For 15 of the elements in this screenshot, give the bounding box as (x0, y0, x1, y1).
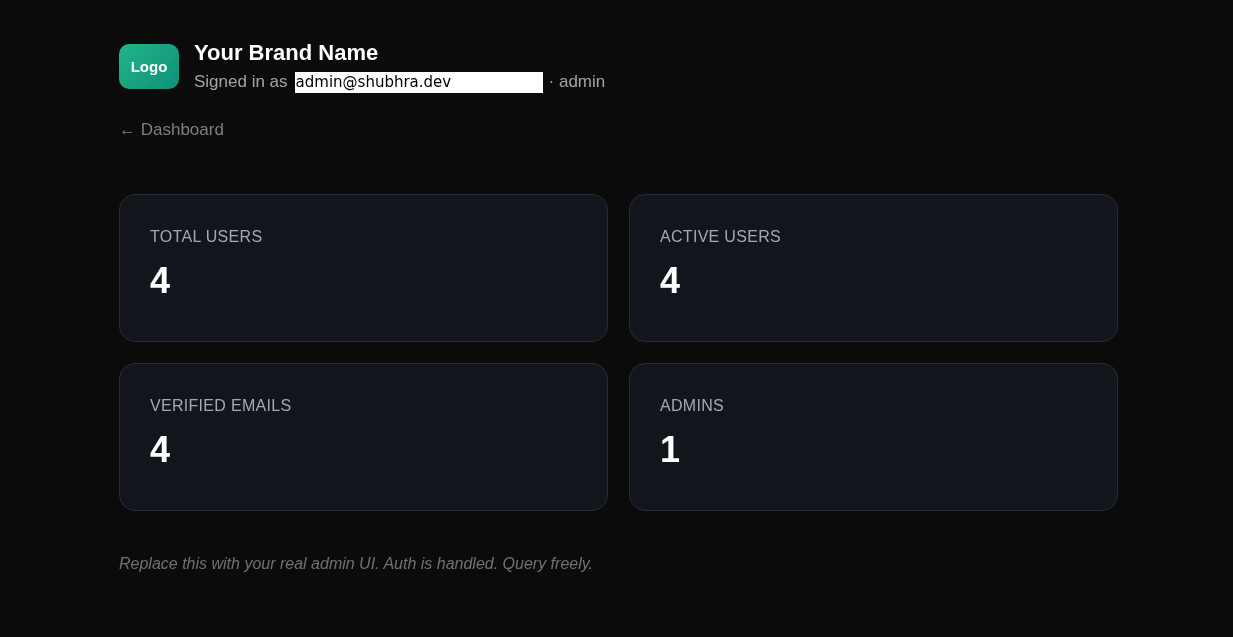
stat-value: 4 (150, 430, 172, 470)
stat-value: 1 (660, 430, 682, 470)
stat-label: VERIFIED EMAILS (150, 396, 293, 416)
footnote-text: Replace this with your real admin UI. Auth is handled. Query freely. (119, 554, 594, 574)
stat-value: 4 (150, 261, 172, 301)
stat-label: TOTAL USERS (150, 227, 264, 247)
brand-name: Your Brand Name (194, 39, 380, 67)
user-role: · admin (548, 71, 606, 93)
signed-in-email: admin@shubhra.dev (294, 71, 543, 93)
stat-value: 4 (660, 261, 682, 301)
stat-label: ACTIVE USERS (660, 227, 782, 247)
stat-label: ADMINS (660, 396, 726, 416)
signed-in-label: Signed in as (194, 71, 288, 93)
back-link[interactable]: ← Dashboard (119, 119, 224, 141)
logo-tile: Logo (119, 44, 179, 89)
